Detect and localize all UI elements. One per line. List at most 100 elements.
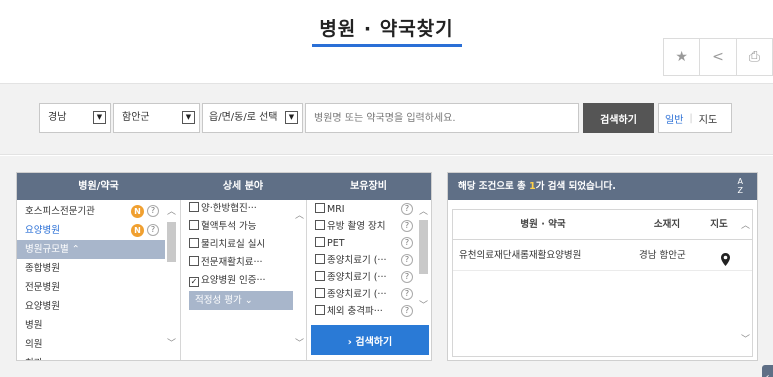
chevron-down-icon: ▼ (285, 111, 298, 124)
chevron-down-icon: ▼ (93, 111, 106, 124)
collapse-tab-icon[interactable]: ‹ (762, 365, 773, 377)
list-item[interactable]: 혈액투석 가능 (189, 218, 256, 236)
list-item[interactable]: 요양병원 N ? (17, 221, 165, 240)
scroll-down-icon[interactable]: ﹀ (417, 300, 430, 312)
results-summary-prefix: 해당 조건으로 총 (458, 181, 530, 192)
favorite-icon[interactable]: ★ (664, 39, 701, 75)
help-icon[interactable]: ? (401, 288, 413, 300)
list-item[interactable]: 호스피스전문기관 N ? (17, 202, 165, 221)
equipment-label: 체외 충격파··· (327, 306, 383, 317)
sort-label-bottom: Z (737, 186, 743, 195)
list-item[interactable]: 의원 (17, 335, 165, 354)
list-item[interactable]: 병원 (17, 316, 165, 335)
help-icon[interactable]: ? (401, 220, 413, 232)
filter-search-button[interactable]: › 검색하기 (311, 325, 429, 355)
new-badge: N (131, 224, 144, 237)
detail-label: 전문재활치료··· (201, 257, 263, 268)
detail-scrollbar[interactable]: ︿ ﹀ (293, 200, 306, 360)
list-item[interactable]: 종합병원 (17, 259, 165, 278)
checkbox[interactable] (189, 220, 199, 230)
equipment-column-header: 보유장비 (350, 181, 387, 192)
title-underline (312, 44, 462, 47)
list-item[interactable]: 유방 촬영 장치 (315, 218, 385, 235)
detail-group-header[interactable]: 적정성 평가 ⌄ (189, 291, 293, 310)
equipment-label: 유방 촬영 장치 (327, 221, 386, 232)
utility-bar: ★ < ⎙ (663, 38, 773, 76)
help-icon[interactable]: ? (401, 237, 413, 249)
scroll-up-icon[interactable]: ︿ (165, 206, 178, 218)
list-item[interactable]: 요양병원 (17, 297, 165, 316)
sido-value: 경남 (48, 112, 67, 123)
help-icon[interactable]: ? (147, 224, 159, 236)
list-item[interactable]: PET (315, 235, 345, 252)
search-button[interactable]: 검색하기 (583, 103, 654, 133)
detail-column-header: 상세 분야 (222, 181, 264, 192)
scroll-thumb[interactable] (419, 220, 428, 274)
checkbox[interactable] (189, 238, 199, 248)
checkbox-checked[interactable]: ✓ (189, 277, 199, 287)
list-item[interactable]: 양·한방협진··· (189, 200, 257, 218)
results-header: 해당 조건으로 총 1가 검색 되었습니다. A Z (448, 173, 757, 200)
scroll-thumb[interactable] (167, 222, 176, 262)
checkbox[interactable] (315, 203, 325, 213)
scroll-up-icon[interactable]: ︿ (417, 206, 430, 218)
equipment-scrollbar[interactable]: ︿ ﹀ (417, 200, 430, 322)
checkbox[interactable] (315, 305, 325, 315)
dong-select[interactable]: 읍/면/동/로 선택 ▼ (202, 103, 303, 133)
checkbox[interactable] (315, 237, 325, 247)
list-item[interactable]: 물리치료실 실시 (189, 236, 265, 254)
list-item[interactable]: 치과 (17, 354, 165, 360)
sort-icon[interactable]: A Z (738, 177, 743, 195)
equipment-label: 종양치료기 (··· (327, 272, 387, 283)
equipment-label: 종양치료기 (··· (327, 255, 387, 266)
checkbox[interactable] (315, 254, 325, 264)
filter-header: 병원/약국 상세 분야 보유장비 (17, 173, 431, 200)
view-map-tab[interactable]: 지도 (693, 111, 723, 126)
list-item[interactable]: 종양치료기 (··· (315, 269, 387, 286)
help-icon[interactable]: ? (401, 254, 413, 266)
panel-area: 병원/약국 상세 분야 보유장비 호스피스전문기관 N ? 요양병원 N ? 병… (0, 156, 773, 377)
list-item[interactable]: 종양치료기 (··· (315, 252, 387, 269)
scroll-up-icon[interactable]: ︿ (293, 210, 306, 222)
checkbox[interactable] (189, 256, 199, 266)
type-list: 호스피스전문기관 N ? 요양병원 N ? 병원규모별 ⌃ 종합병원 전문병원 … (17, 200, 180, 360)
help-icon[interactable]: ? (401, 305, 413, 317)
help-icon[interactable]: ? (401, 271, 413, 283)
help-icon[interactable]: ? (147, 205, 159, 217)
view-general-tab[interactable]: 일반 (659, 111, 689, 126)
scroll-up-icon[interactable]: ︿ (739, 220, 752, 232)
sido-select[interactable]: 경남 ▼ (39, 103, 111, 133)
checkbox[interactable] (189, 202, 199, 212)
type-scrollbar[interactable]: ︿ ﹀ (165, 200, 178, 360)
results-table: 병원 · 약국 소재지 지도 유천의료재단새롬재활요양병원 경남 함안군 ︿ ﹀ (452, 209, 753, 357)
result-location: 경남 함안군 (639, 250, 686, 261)
type-label: 요양병원 (25, 225, 60, 236)
scroll-down-icon[interactable]: ﹀ (293, 338, 306, 350)
scroll-down-icon[interactable]: ﹀ (739, 334, 752, 346)
list-item[interactable]: 전문병원 (17, 278, 165, 297)
checkbox[interactable] (315, 288, 325, 298)
list-item[interactable]: 종양치료기 (··· (315, 286, 387, 303)
print-icon[interactable]: ⎙ (737, 39, 772, 75)
gungu-select[interactable]: 함안군 ▼ (113, 103, 200, 133)
results-scrollbar[interactable]: ︿ ﹀ (739, 210, 752, 356)
location-pin-icon[interactable] (721, 249, 730, 279)
scroll-down-icon[interactable]: ﹀ (165, 338, 178, 350)
checkbox[interactable] (315, 271, 325, 281)
group-header[interactable]: 병원규모별 ⌃ (17, 240, 165, 259)
keyword-input[interactable] (305, 103, 579, 133)
help-icon[interactable]: ? (401, 203, 413, 215)
list-item[interactable]: 전문재활치료··· (189, 254, 263, 272)
list-item[interactable]: MRI (315, 201, 345, 218)
list-item[interactable]: 체외 충격파··· (315, 303, 383, 320)
filter-panel: 병원/약국 상세 분야 보유장비 호스피스전문기관 N ? 요양병원 N ? 병… (16, 172, 432, 361)
list-item[interactable]: ✓ 요양병원 인증··· (189, 272, 266, 290)
table-row[interactable]: 유천의료재단새롬재활요양병원 경남 함안군 (453, 241, 752, 271)
checkbox[interactable] (315, 220, 325, 230)
results-summary-suffix: 가 검색 되었습니다. (535, 181, 616, 192)
gungu-value: 함안군 (122, 112, 150, 123)
share-icon[interactable]: < (700, 39, 737, 75)
detail-label: 물리치료실 실시 (201, 239, 266, 250)
result-name[interactable]: 유천의료재단새롬재활요양병원 (459, 241, 581, 271)
type-label: 호스피스전문기관 (25, 206, 95, 217)
